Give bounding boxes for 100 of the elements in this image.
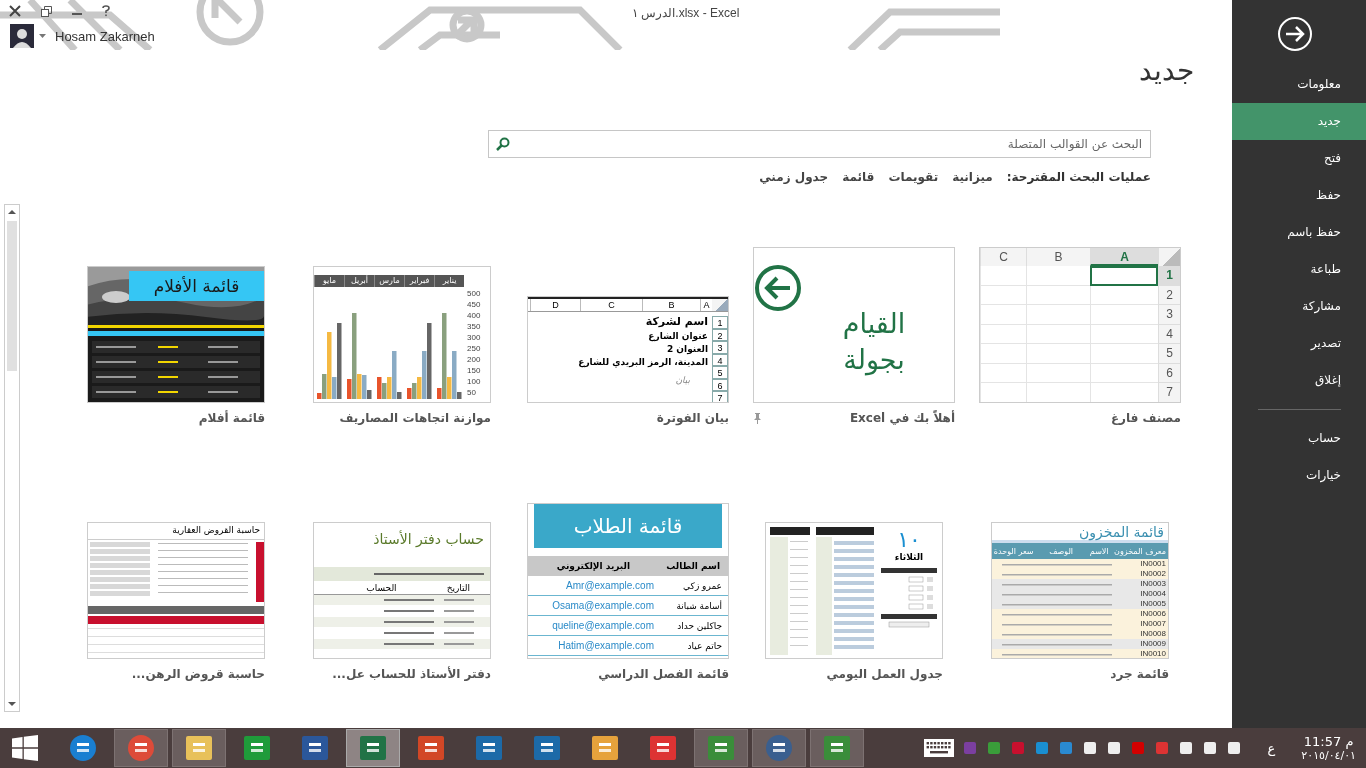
inventory-id: IN0004 bbox=[1139, 589, 1167, 599]
column-header: البريد الإلكتروني bbox=[555, 561, 631, 571]
column-header: سعر الوحدة bbox=[992, 546, 1035, 556]
month-header: مارس bbox=[374, 275, 404, 287]
row-header: 7 bbox=[1158, 383, 1180, 402]
axis-tick: 300 bbox=[467, 332, 481, 343]
suggested-searches-label: عمليات البحث المقترحة: bbox=[1006, 170, 1151, 184]
invoice-line: العنوان 2 bbox=[665, 343, 708, 355]
sidebar-item[interactable]: تصدير bbox=[1232, 325, 1366, 362]
row-header: 6 bbox=[1158, 363, 1180, 383]
column-header: A bbox=[1090, 248, 1158, 266]
invoice-line: المدينة، الرمز البريدي للشارع bbox=[577, 356, 708, 368]
column-header: الحساب bbox=[366, 583, 397, 593]
student-email: Osama@example.com bbox=[552, 600, 654, 611]
template-title: حساب دفتر الأستاذ bbox=[372, 529, 485, 549]
template-title: حاسبة القروض العقارية bbox=[88, 523, 264, 540]
invoice-signature: بيان bbox=[674, 375, 691, 385]
column-header: الاسم bbox=[1088, 546, 1110, 556]
suggested-search-link[interactable]: جدول زمني bbox=[759, 170, 829, 184]
inventory-id: IN0010 bbox=[1139, 649, 1167, 658]
clock-time[interactable]: 11:57 م bbox=[1303, 734, 1354, 749]
column-header: اسم الطالب bbox=[665, 561, 721, 571]
template-name[interactable]: بيان الفوترة bbox=[656, 411, 729, 425]
month-header: أبريل bbox=[344, 275, 374, 287]
search-field[interactable]: البحث عن القوالب المتصلة bbox=[488, 130, 1151, 158]
student-email: queline@example.com bbox=[552, 620, 654, 631]
template-name[interactable]: أهلاً بك في Excel bbox=[849, 411, 955, 425]
sidebar-item[interactable]: طباعة bbox=[1232, 251, 1366, 288]
inventory-id: IN0006 bbox=[1139, 609, 1167, 619]
axis-tick: 400 bbox=[467, 310, 481, 321]
user-name[interactable]: Hosam Zakarneh bbox=[55, 28, 155, 44]
suggested-search-link[interactable]: ميزانية bbox=[952, 170, 993, 184]
window-title: الدرس ١.xlsx - Excel bbox=[632, 6, 740, 22]
sidebar-item[interactable]: إغلاق bbox=[1232, 362, 1366, 399]
template-title: قائمة الأفلام bbox=[129, 271, 264, 301]
student-name: حاتم عياد bbox=[686, 640, 723, 651]
row-header: 3 bbox=[1158, 305, 1180, 325]
axis-tick: 150 bbox=[467, 365, 481, 376]
column-header: B bbox=[1026, 248, 1090, 266]
inventory-id: IN0001 bbox=[1139, 559, 1167, 569]
template-name[interactable]: قائمة جرد bbox=[1110, 667, 1169, 681]
invoice-line: عنوان الشارع bbox=[647, 330, 708, 342]
axis-tick: 50 bbox=[467, 387, 477, 398]
sidebar-item[interactable]: معلومات bbox=[1232, 66, 1366, 103]
inventory-id: IN0007 bbox=[1139, 619, 1167, 629]
row-header: 2 bbox=[712, 328, 728, 341]
row-header: 3 bbox=[712, 341, 728, 354]
template-name[interactable]: قائمة الفصل الدراسي bbox=[598, 667, 729, 681]
inventory-id: IN0002 bbox=[1139, 569, 1167, 579]
row-header: 4 bbox=[1158, 324, 1180, 344]
inventory-id: IN0005 bbox=[1139, 599, 1167, 609]
suggested-search-link[interactable]: قائمة bbox=[842, 170, 875, 184]
row-header: 1 bbox=[1158, 266, 1180, 286]
inventory-id: IN0008 bbox=[1139, 629, 1167, 639]
column-header: معرف المخزون bbox=[1113, 546, 1167, 556]
student-name: عمرو زكي bbox=[682, 580, 723, 591]
tour-text: القيام بجولة bbox=[841, 307, 907, 378]
template-title: قائمة الطلاب bbox=[534, 504, 722, 548]
column-header: C bbox=[980, 248, 1026, 266]
axis-tick: 200 bbox=[467, 354, 481, 365]
column-header: B bbox=[642, 299, 700, 311]
template-name[interactable]: دفتر الأستاذ للحساب عل... bbox=[332, 667, 491, 681]
student-email: Hatim@example.com bbox=[558, 640, 654, 651]
sidebar-item[interactable]: حساب bbox=[1232, 420, 1366, 457]
inventory-id: IN0009 bbox=[1139, 639, 1167, 649]
row-header: 2 bbox=[1158, 285, 1180, 305]
suggested-search-link[interactable]: تقويمات bbox=[888, 170, 939, 184]
column-header: التاريخ bbox=[446, 583, 470, 593]
template-name[interactable]: حاسبة قروض الرهن... bbox=[131, 667, 265, 681]
row-header: 5 bbox=[712, 366, 728, 379]
sidebar-item[interactable]: خيارات bbox=[1232, 457, 1366, 494]
sidebar-item[interactable]: جديد bbox=[1232, 103, 1366, 140]
template-name[interactable]: قائمة أفلام bbox=[198, 411, 265, 425]
clock-date[interactable]: ٢٠١٥/٠٤/٠١ bbox=[1301, 749, 1356, 762]
invoice-line: اسم لشركة bbox=[644, 315, 708, 329]
student-email: Amr@example.com bbox=[566, 580, 654, 591]
template-name[interactable]: مصنف فارغ bbox=[1110, 411, 1181, 425]
month-header: يناير bbox=[434, 275, 464, 287]
language-indicator[interactable]: ع bbox=[1267, 740, 1276, 756]
month-header: مايو bbox=[314, 275, 344, 287]
row-header: 7 bbox=[712, 391, 728, 402]
axis-tick: 500 bbox=[467, 288, 481, 299]
row-header: 1 bbox=[712, 316, 728, 329]
column-header: الوصف bbox=[1048, 546, 1075, 556]
month-header: فبراير bbox=[404, 275, 434, 287]
inventory-id: IN0003 bbox=[1139, 579, 1167, 589]
sidebar-item[interactable]: فتح bbox=[1232, 140, 1366, 177]
row-header: 6 bbox=[712, 378, 728, 391]
template-name[interactable]: جدول العمل اليومي bbox=[826, 667, 943, 681]
sidebar-item[interactable]: مشاركة bbox=[1232, 288, 1366, 325]
axis-tick: 350 bbox=[467, 321, 481, 332]
sidebar-item[interactable]: حفظ bbox=[1232, 177, 1366, 214]
axis-tick: 450 bbox=[467, 299, 481, 310]
axis-tick: 250 bbox=[467, 343, 481, 354]
day-number: ١٠ bbox=[897, 527, 921, 552]
column-header: C bbox=[580, 299, 642, 311]
sidebar-item[interactable]: حفظ باسم bbox=[1232, 214, 1366, 251]
template-name[interactable]: موازنة اتجاهات المصاريف bbox=[339, 411, 491, 425]
student-name: أسامة شبانة bbox=[675, 600, 723, 611]
axis-tick: 100 bbox=[467, 376, 481, 387]
